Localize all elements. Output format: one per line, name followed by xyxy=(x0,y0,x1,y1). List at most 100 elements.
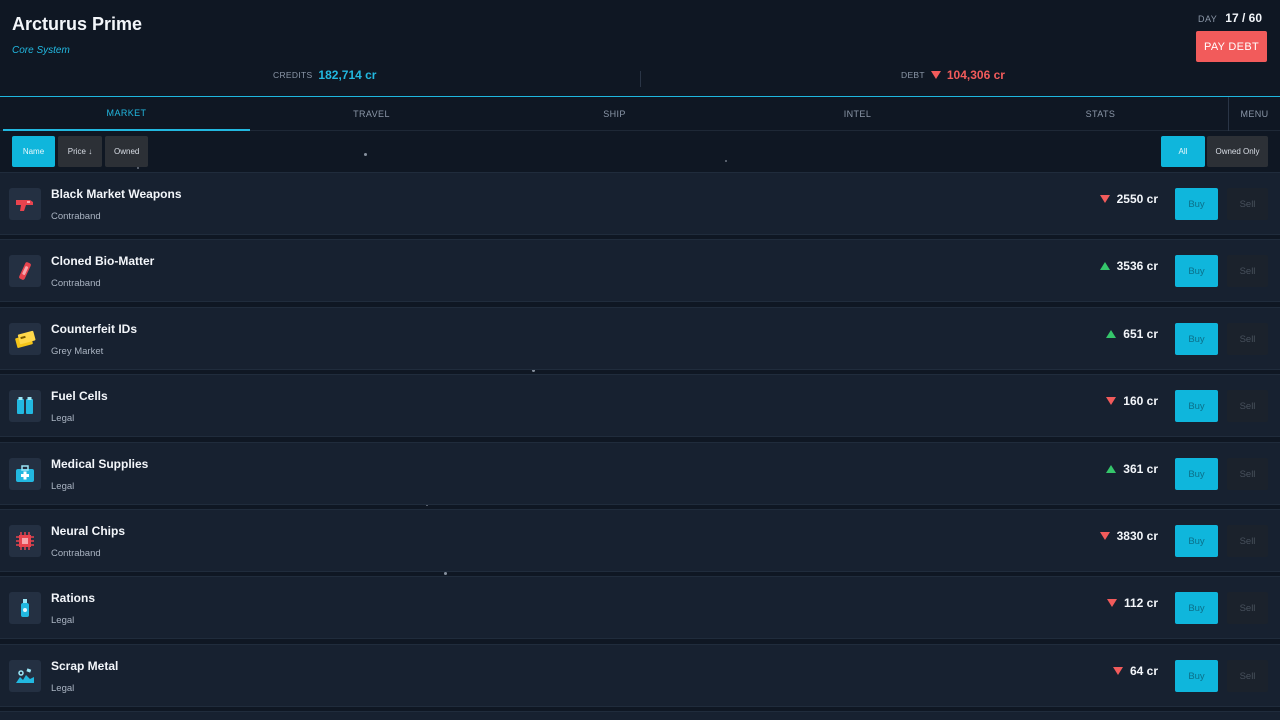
item-price: 3830 cr xyxy=(1099,529,1158,543)
list-item[interactable]: Rations Legal 112 cr Buy Sell xyxy=(0,576,1280,639)
list-item[interactable]: Cloned Bio-Matter Contraband 3536 cr Buy… xyxy=(0,239,1280,302)
list-item[interactable]: Black Market Weapons Contraband 2550 cr … xyxy=(0,172,1280,235)
sort-price-button[interactable]: Price ↓ xyxy=(58,136,102,167)
price-value: 64 cr xyxy=(1129,664,1158,678)
location-subtitle: Core System xyxy=(12,45,70,56)
item-name: Counterfeit IDs xyxy=(51,322,138,336)
list-item[interactable]: Scrap Metal Legal 64 cr Buy Sell xyxy=(0,644,1280,707)
sort-owned-button[interactable]: Owned xyxy=(105,136,148,167)
item-category: Legal xyxy=(51,481,75,492)
item-price: 361 cr xyxy=(1106,462,1158,476)
item-category: Legal xyxy=(51,615,75,626)
tab-intel[interactable]: INTEL xyxy=(736,97,979,131)
view-filters: All Owned Only xyxy=(1161,136,1268,167)
item-category: Contraband xyxy=(51,211,101,222)
trend-down-icon xyxy=(1099,195,1110,203)
item-price: 3536 cr xyxy=(1099,259,1158,273)
debt-stat: DEBT 104,306 cr xyxy=(901,68,1005,82)
price-value: 2550 cr xyxy=(1116,192,1158,206)
sell-button[interactable]: Sell xyxy=(1227,390,1268,422)
stat-divider xyxy=(640,71,641,87)
tab-stats[interactable]: STATS xyxy=(979,97,1222,131)
item-name: Black Market Weapons xyxy=(51,187,182,201)
day-counter: DAY 17 / 60 xyxy=(1198,11,1262,25)
list-item-partial xyxy=(0,711,1280,720)
finance-bar: CREDITS 182,714 cr DEBT 104,306 cr xyxy=(0,68,1280,90)
filter-owned-only-button[interactable]: Owned Only xyxy=(1207,136,1268,167)
item-category: Contraband xyxy=(51,278,101,289)
star-speck xyxy=(725,160,727,162)
trend-down-icon xyxy=(1106,599,1117,607)
price-value: 361 cr xyxy=(1123,462,1158,476)
sell-button[interactable]: Sell xyxy=(1227,660,1268,692)
price-value: 3830 cr xyxy=(1116,529,1158,543)
item-price: 64 cr xyxy=(1112,664,1158,678)
chip-icon xyxy=(9,525,41,557)
trend-down-icon xyxy=(1112,667,1123,675)
item-price: 160 cr xyxy=(1106,394,1158,408)
buy-button[interactable]: Buy xyxy=(1175,188,1218,220)
vial-icon xyxy=(9,255,41,287)
sell-button[interactable]: Sell xyxy=(1227,323,1268,355)
buy-button[interactable]: Buy xyxy=(1175,323,1218,355)
star-speck xyxy=(364,153,367,156)
list-item[interactable]: Medical Supplies Legal 361 cr Buy Sell xyxy=(0,442,1280,505)
debt-label: DEBT xyxy=(901,70,925,80)
tab-market[interactable]: MARKET xyxy=(3,97,250,131)
tab-ship[interactable]: SHIP xyxy=(493,97,736,131)
star-speck xyxy=(137,167,139,169)
fuel-cells-icon xyxy=(9,390,41,422)
day-label: DAY xyxy=(1197,14,1218,24)
station-header: Arcturus Prime Core System DAY 17 / 60 P… xyxy=(0,0,1280,97)
item-name: Cloned Bio-Matter xyxy=(51,254,155,268)
credits-stat: CREDITS 182,714 cr xyxy=(273,68,376,82)
price-value: 3536 cr xyxy=(1116,259,1158,273)
sell-button[interactable]: Sell xyxy=(1227,592,1268,624)
tab-menu[interactable]: MENU xyxy=(1228,97,1280,131)
buy-button[interactable]: Buy xyxy=(1175,255,1218,287)
trend-up-icon xyxy=(1106,465,1117,473)
buy-button[interactable]: Buy xyxy=(1175,525,1218,557)
blaster-icon xyxy=(9,188,41,220)
debt-value: 104,306 cr xyxy=(946,68,1005,82)
sell-button[interactable]: Sell xyxy=(1227,525,1268,557)
tab-travel[interactable]: TRAVEL xyxy=(250,97,493,131)
list-item[interactable]: Neural Chips Contraband 3830 cr Buy Sell xyxy=(0,509,1280,572)
location-name: Arcturus Prime xyxy=(12,14,143,34)
list-item[interactable]: Fuel Cells Legal 160 cr Buy Sell xyxy=(0,374,1280,437)
trend-up-icon xyxy=(1099,262,1110,270)
filter-all-button[interactable]: All xyxy=(1161,136,1205,167)
sort-name-button[interactable]: Name xyxy=(12,136,55,167)
trend-down-icon xyxy=(1099,532,1110,540)
buy-button[interactable]: Buy xyxy=(1175,592,1218,624)
trend-up-icon xyxy=(1106,330,1117,338)
item-name: Rations xyxy=(51,591,96,605)
item-price: 2550 cr xyxy=(1099,192,1158,206)
item-price: 112 cr xyxy=(1106,596,1158,610)
medkit-icon xyxy=(9,458,41,490)
item-name: Neural Chips xyxy=(51,524,126,538)
sell-button[interactable]: Sell xyxy=(1227,458,1268,490)
list-item[interactable]: Counterfeit IDs Grey Market 651 cr Buy S… xyxy=(0,307,1280,370)
item-category: Legal xyxy=(51,683,75,694)
main-tabs: MARKET TRAVEL SHIP INTEL STATS MENU xyxy=(0,97,1280,131)
item-name: Medical Supplies xyxy=(51,457,149,471)
sell-button[interactable]: Sell xyxy=(1227,255,1268,287)
trend-down-icon xyxy=(1106,397,1117,405)
buy-button[interactable]: Buy xyxy=(1175,458,1218,490)
item-name: Fuel Cells xyxy=(51,389,108,403)
item-category: Legal xyxy=(51,413,75,424)
item-category: Contraband xyxy=(51,548,101,559)
day-value: 17 / 60 xyxy=(1225,11,1262,25)
sort-filters: Name Price ↓ Owned xyxy=(12,136,148,167)
pay-debt-button[interactable]: PAY DEBT xyxy=(1196,31,1267,62)
price-value: 651 cr xyxy=(1123,327,1158,341)
item-category: Grey Market xyxy=(51,346,104,357)
scrap-pile-icon xyxy=(9,660,41,692)
price-value: 160 cr xyxy=(1123,394,1158,408)
ration-bottle-icon xyxy=(9,592,41,624)
buy-button[interactable]: Buy xyxy=(1175,390,1218,422)
trend-down-icon xyxy=(930,71,941,79)
buy-button[interactable]: Buy xyxy=(1175,660,1218,692)
sell-button[interactable]: Sell xyxy=(1227,188,1268,220)
